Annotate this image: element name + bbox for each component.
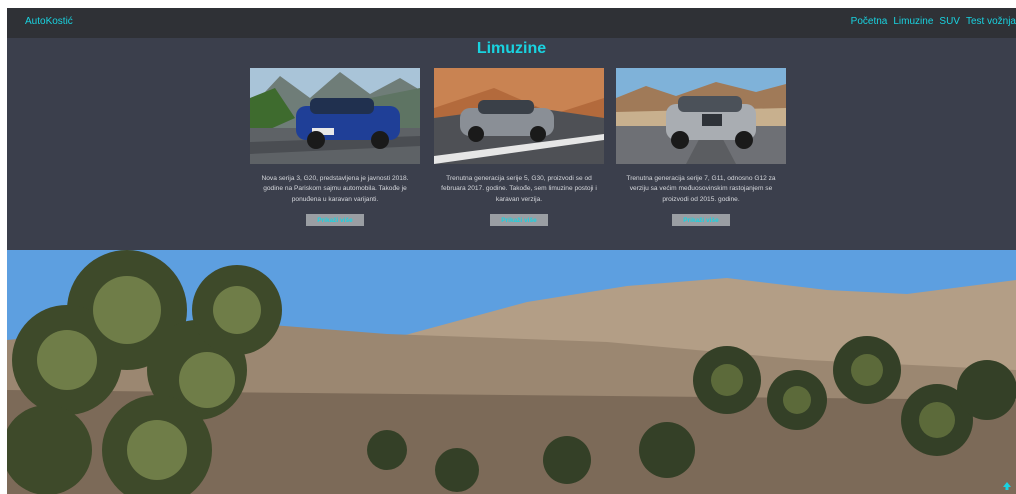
desert-background-image bbox=[7, 250, 1016, 494]
show-more-button[interactable]: Prikaži više bbox=[672, 214, 730, 227]
car-photo-image bbox=[434, 68, 604, 164]
nav-link-test-voznja[interactable]: Test vožnja bbox=[966, 16, 1016, 27]
car-photo bbox=[434, 68, 604, 164]
brand-logo[interactable]: AutoKostić bbox=[25, 16, 73, 27]
car-photo bbox=[616, 68, 786, 164]
navbar: AutoKostić Početna Limuzine SUV Test vož… bbox=[7, 8, 1016, 38]
limuzine-section: Limuzine Nova serija 3, G20, predstavlje… bbox=[7, 38, 1016, 250]
joshua-tree-landscape bbox=[7, 250, 1016, 494]
nav-link-pocetna[interactable]: Početna bbox=[851, 16, 888, 27]
car-photo bbox=[250, 68, 420, 164]
page-title: Limuzine bbox=[476, 40, 547, 57]
card-description: Nova serija 3, G20, predstavljena je jav… bbox=[261, 175, 409, 203]
nav-links: Početna Limuzine SUV Test vožnja bbox=[851, 16, 1016, 27]
show-more-button[interactable]: Prikaži više bbox=[306, 214, 364, 227]
car-card-serija-3: Nova serija 3, G20, predstavljena je jav… bbox=[250, 68, 420, 227]
car-photo-image bbox=[616, 68, 786, 164]
nav-link-suv[interactable]: SUV bbox=[939, 16, 960, 27]
card-description: Trenutna generacija serije 5, G30, proiz… bbox=[441, 175, 597, 203]
arrow-up-icon[interactable] bbox=[1002, 478, 1012, 490]
car-photo-image bbox=[250, 68, 420, 164]
card-description: Trenutna generacija serije 7, G11, odnos… bbox=[626, 175, 776, 203]
page-frame: AutoKostić Početna Limuzine SUV Test vož… bbox=[7, 8, 1016, 494]
nav-link-limuzine[interactable]: Limuzine bbox=[893, 16, 933, 27]
car-card-serija-7: Trenutna generacija serije 7, G11, odnos… bbox=[616, 68, 786, 227]
arrow-up-glyph bbox=[1003, 482, 1011, 490]
show-more-button[interactable]: Prikaži više bbox=[490, 214, 548, 227]
car-card-serija-5: Trenutna generacija serije 5, G30, proiz… bbox=[434, 68, 604, 227]
